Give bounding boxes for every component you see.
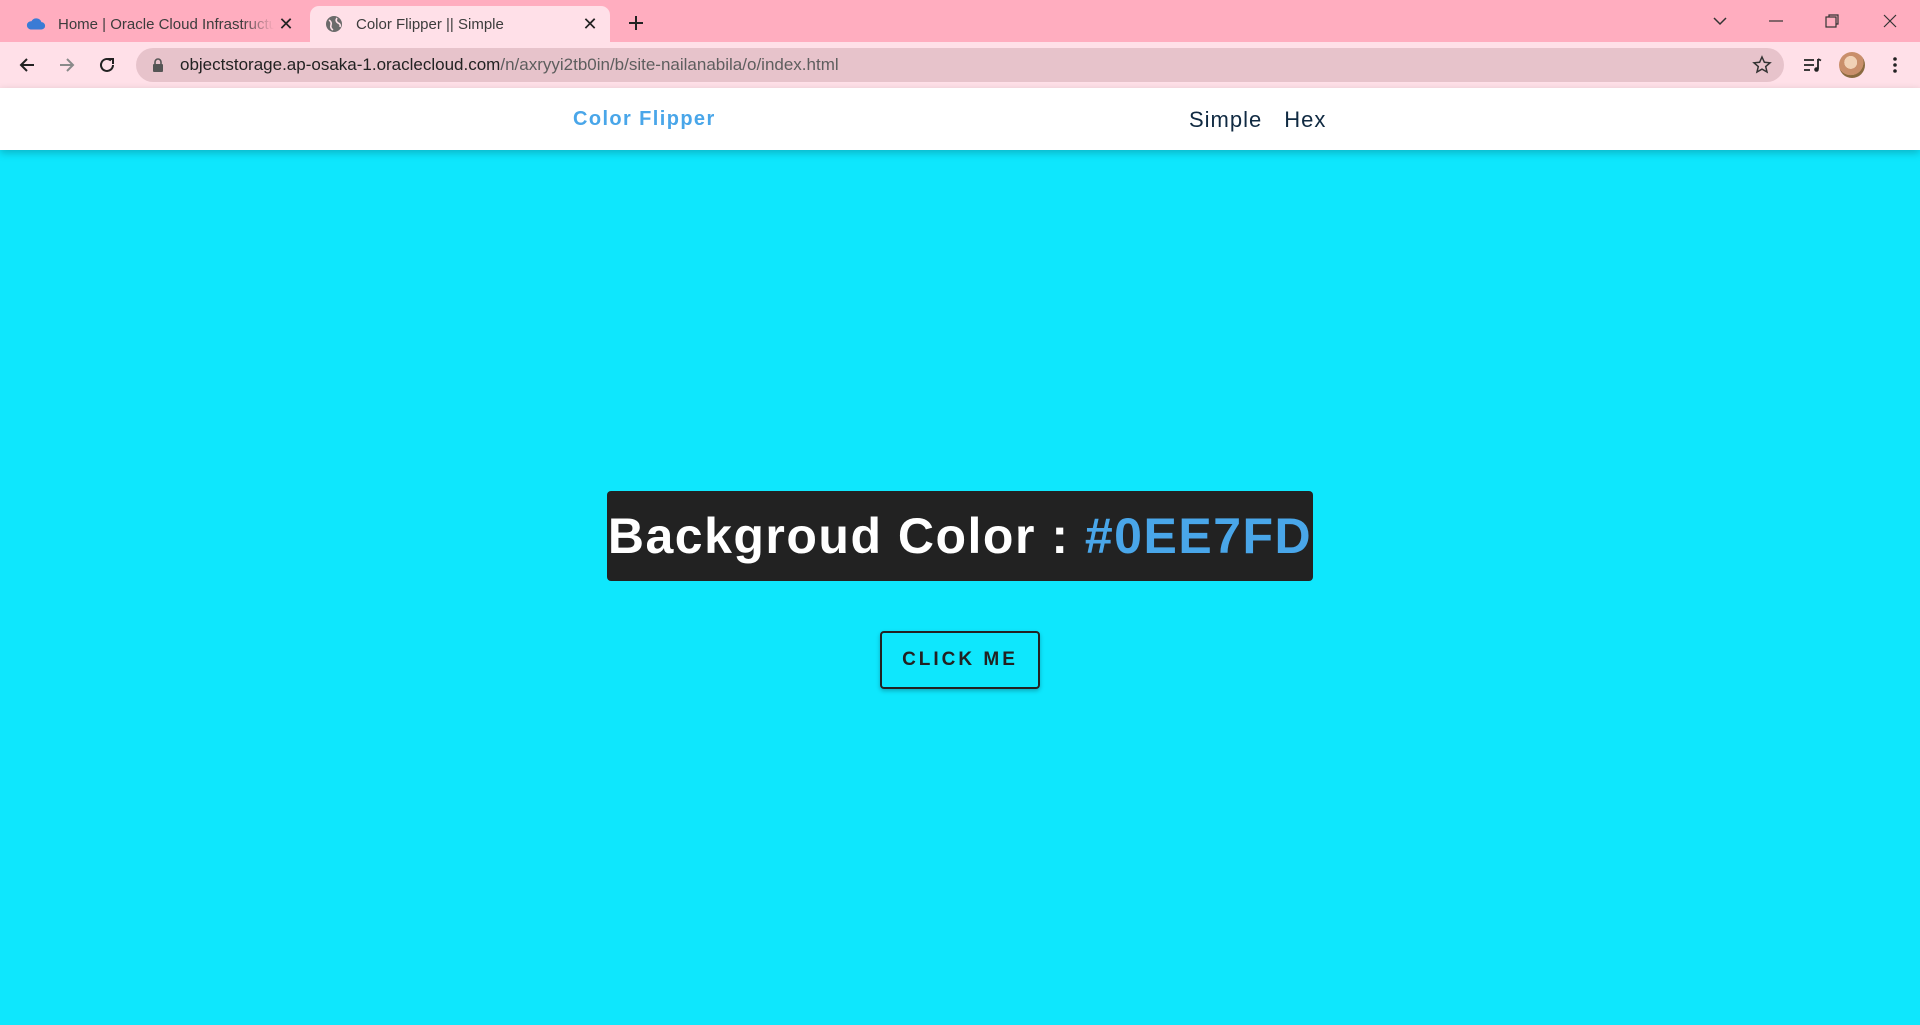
tab-title: Home | Oracle Cloud Infrastructure	[58, 15, 274, 33]
close-tab-icon[interactable]: ✕	[274, 12, 298, 36]
url-path: /n/axryyi2tb0in/b/site-nailanabila/o/ind…	[500, 55, 839, 74]
arrow-left-icon	[19, 58, 34, 72]
site-navbar: Color Flipper Simple Hex	[0, 88, 1920, 150]
site-brand[interactable]: Color Flipper	[573, 108, 716, 131]
tab-oracle-cloud[interactable]: Home | Oracle Cloud Infrastructure ✕	[14, 6, 306, 42]
nav-links: Simple Hex	[1189, 107, 1326, 133]
click-me-button[interactable]: CLICK ME	[880, 631, 1040, 689]
new-tab-button[interactable]	[622, 9, 650, 37]
tab-search-button[interactable]	[1692, 0, 1748, 42]
url-host: objectstorage.ap-osaka-1.oraclecloud.com	[180, 55, 501, 74]
lock-icon[interactable]	[152, 58, 166, 72]
close-window-button[interactable]	[1862, 0, 1918, 42]
media-control-button[interactable]	[1797, 49, 1829, 81]
url-text: objectstorage.ap-osaka-1.oraclecloud.com…	[180, 55, 839, 75]
nav-link-simple[interactable]: Simple	[1189, 107, 1262, 133]
color-heading: Backgroud Color : #0EE7FD	[608, 507, 1312, 565]
tab-title: Color Flipper || Simple	[356, 15, 504, 33]
tab-color-flipper[interactable]: Color Flipper || Simple ✕	[310, 6, 610, 42]
browser-toolbar: objectstorage.ap-osaka-1.oraclecloud.com…	[0, 42, 1920, 88]
color-label: Backgroud Color :	[607, 508, 1085, 564]
minimize-button[interactable]	[1748, 0, 1804, 42]
chevron-down-icon	[1713, 17, 1727, 26]
browser-tab-strip: Home | Oracle Cloud Infrastructure ✕ Col…	[0, 0, 1920, 42]
media-queue-icon	[1804, 58, 1822, 72]
color-value: #0EE7FD	[1084, 508, 1313, 564]
restore-icon	[1825, 14, 1839, 28]
plus-icon	[629, 16, 643, 30]
globe-icon	[324, 14, 344, 34]
browser-menu-button[interactable]	[1879, 49, 1911, 81]
restore-button[interactable]	[1804, 0, 1860, 42]
back-button[interactable]	[11, 49, 43, 81]
close-tab-icon[interactable]: ✕	[578, 12, 602, 36]
nav-link-hex[interactable]: Hex	[1284, 107, 1326, 133]
minimize-icon	[1769, 20, 1783, 22]
arrow-right-icon	[60, 58, 75, 72]
reload-icon	[100, 57, 114, 72]
address-bar[interactable]: objectstorage.ap-osaka-1.oraclecloud.com…	[136, 48, 1784, 82]
close-icon	[1883, 14, 1897, 28]
kebab-menu-icon	[1893, 57, 1897, 73]
bookmark-star-icon[interactable]	[1752, 55, 1772, 75]
profile-avatar[interactable]	[1839, 52, 1865, 78]
cloud-icon	[26, 14, 46, 34]
reload-button[interactable]	[91, 49, 123, 81]
color-display-box: Backgroud Color : #0EE7FD	[607, 491, 1313, 581]
forward-button[interactable]	[51, 49, 83, 81]
